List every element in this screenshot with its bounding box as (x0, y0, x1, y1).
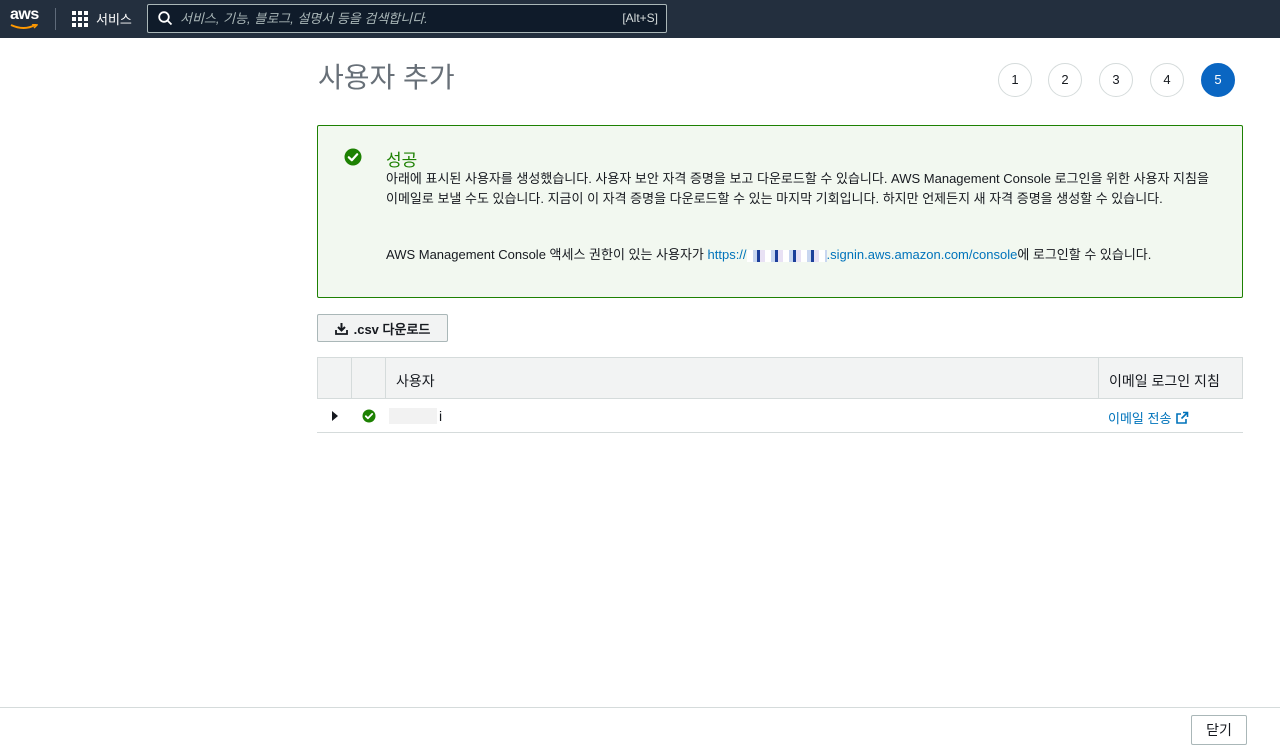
step-2[interactable]: 2 (1048, 63, 1082, 97)
close-button[interactable]: 닫기 (1191, 715, 1247, 745)
services-menu-button[interactable]: 서비스 (72, 9, 132, 28)
step-3[interactable]: 3 (1099, 63, 1133, 97)
top-navigation: aws 서비스 [Alt+S] (0, 0, 1280, 38)
column-separator (1098, 358, 1099, 398)
alert-login-text: AWS Management Console 액세스 권한이 있는 사용자가 h… (386, 244, 1151, 263)
column-header-user[interactable]: 사용자 (396, 371, 435, 391)
services-label: 서비스 (96, 12, 132, 27)
search-icon (158, 11, 173, 26)
login-url-start: https:// (707, 247, 747, 262)
aws-smile-icon (10, 24, 38, 29)
send-email-label: 이메일 전송 (1108, 411, 1172, 426)
external-link-icon (1176, 411, 1189, 424)
login-url-end: .signin.aws.amazon.com/console (826, 247, 1018, 262)
footer-divider (0, 707, 1280, 708)
grid-icon (72, 10, 88, 27)
search-input[interactable] (180, 5, 600, 32)
column-header-email-instructions: 이메일 로그인 지침 (1109, 373, 1220, 389)
alert-title: 성공 (386, 151, 418, 170)
expand-row-caret-icon[interactable] (332, 411, 338, 421)
table-row: i 이메일 전송 (317, 399, 1243, 433)
user-name: i (439, 408, 443, 424)
aws-logo[interactable]: aws (10, 6, 39, 24)
user-success-icon (362, 409, 376, 423)
search-box: [Alt+S] (147, 4, 667, 33)
csv-download-button[interactable]: .csv 다운로드 (317, 314, 448, 342)
step-4[interactable]: 4 (1150, 63, 1184, 97)
download-icon (334, 322, 348, 335)
login-prefix: AWS Management Console 액세스 권한이 있는 사용자가 (386, 247, 708, 262)
success-alert: 성공 아래에 표시된 사용자를 생성했습니다. 사용자 보안 자격 증명을 보고… (317, 125, 1243, 298)
column-separator (351, 358, 352, 398)
step-1[interactable]: 1 (998, 63, 1032, 97)
page-title: 사용자 추가 (318, 62, 455, 93)
users-table-header: 사용자 이메일 로그인 지침 (317, 357, 1243, 399)
search-shortcut: [Alt+S] (622, 11, 658, 25)
redacted-username (389, 408, 437, 424)
alert-message: 아래에 표시된 사용자를 생성했습니다. 사용자 보안 자격 증명을 보고 다운… (386, 171, 1209, 206)
redacted-account-id (746, 249, 827, 262)
column-separator (385, 358, 386, 398)
nav-divider (55, 8, 56, 30)
console-login-link[interactable]: https:// .signin.aws.amazon.com/console (708, 247, 1018, 262)
success-check-icon (344, 148, 362, 166)
csv-download-label: .csv 다운로드 (353, 321, 431, 337)
step-5-active: 5 (1201, 63, 1235, 97)
send-email-link[interactable]: 이메일 전송 (1108, 408, 1189, 427)
login-suffix: 에 로그인할 수 있습니다. (1017, 247, 1152, 262)
